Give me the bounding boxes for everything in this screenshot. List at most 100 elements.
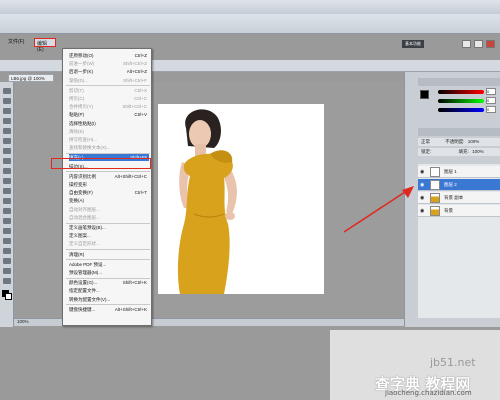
edit-menu-item-label: 颜色设置(G)... <box>69 280 98 286</box>
fill-value[interactable]: 100% <box>472 149 484 154</box>
edit-menu-item-shortcut: Ctrl+C <box>134 96 147 101</box>
edit-menu-item[interactable]: Adobe PDF 预设... <box>69 261 149 268</box>
lasso-tool-icon[interactable] <box>3 108 11 114</box>
layers-panel-header <box>418 128 500 136</box>
opacity-label: 不透明度: <box>445 139 465 144</box>
document-canvas[interactable] <box>158 104 324 294</box>
layer-row[interactable]: ◉ 图层 1 <box>418 166 500 178</box>
history-brush-tool-icon[interactable] <box>3 178 11 184</box>
edit-menu-item: 清除(E) <box>69 128 149 135</box>
blue-slider[interactable] <box>438 108 484 112</box>
healing-brush-tool-icon[interactable] <box>3 148 11 154</box>
brush-tool-icon[interactable] <box>3 158 11 164</box>
crop-tool-icon[interactable] <box>3 128 11 134</box>
layer-row[interactable]: ◉ 背景 <box>418 205 500 217</box>
layer-name: 背景 <box>444 208 453 213</box>
blend-mode-select[interactable]: 正常 <box>421 139 430 144</box>
edit-menu-item-label: 预设管理器(M)... <box>69 270 102 275</box>
edit-menu-item[interactable]: 后退一步(K) Alt+Ctrl+Z <box>69 68 149 75</box>
layer-thumbnail <box>430 206 440 216</box>
edit-menu-item[interactable]: 选择性粘贴(I) <box>69 120 149 127</box>
edit-menu-item[interactable]: 颜色设置(G)... Shift+Ctrl+K <box>69 279 149 286</box>
edit-menu-item[interactable]: 定义画笔预设(B)... <box>69 224 149 231</box>
zoom-level: 100% <box>17 319 29 324</box>
close-button[interactable] <box>486 40 495 48</box>
maximize-button[interactable] <box>474 40 483 48</box>
edit-menu-item-label: Adobe PDF 预设... <box>69 261 107 267</box>
edit-menu-item-label: 粘贴(P) <box>69 112 84 118</box>
edit-menu-item-shortcut: Ctrl+V <box>134 112 147 118</box>
edit-menu-item-shortcut: Shift+Ctrl+C <box>122 104 147 110</box>
path-select-tool-icon[interactable] <box>3 248 11 254</box>
blue-value-field[interactable]: 0 <box>486 106 496 113</box>
layer-name: 图层 1 <box>444 169 457 174</box>
green-value-field[interactable]: 0 <box>486 97 496 104</box>
color-panel-foreground-swatch[interactable] <box>420 90 429 99</box>
blur-tool-icon[interactable] <box>3 208 11 214</box>
watermark-url: jiaocheng.chazidian.com <box>385 389 472 397</box>
layer-row[interactable]: ◉ 图层 2 <box>418 179 500 191</box>
edit-menu-item-label: 拷贝(C) <box>69 96 85 101</box>
marquee-tool-icon[interactable] <box>3 98 11 104</box>
edit-menu-item-label: 清理(R) <box>69 251 85 257</box>
edit-menu-item[interactable]: 变换(A) <box>69 197 149 204</box>
edit-menu-item[interactable]: 键盘快捷键... Alt+Shift+Ctrl+K <box>69 306 149 313</box>
edit-menu-item-shortcut: Shift+Ctrl+K <box>122 280 147 286</box>
edit-menu-item[interactable]: 内容识别比例 Alt+Shift+Ctrl+C <box>69 173 149 180</box>
document-tab[interactable]: LB6.jpg @ 100% <box>8 74 54 82</box>
edit-menu-item[interactable]: 还原移动(O) Ctrl+Z <box>69 52 149 59</box>
move-tool-icon[interactable] <box>3 88 11 94</box>
edit-menu-item-label: 指定配置文件... <box>69 288 100 294</box>
eye-icon[interactable]: ◉ <box>420 182 426 188</box>
eraser-tool-icon[interactable] <box>3 188 11 194</box>
edit-menu-item-label: 定义画笔预设(B)... <box>69 225 106 230</box>
opacity-value[interactable]: 100% <box>468 139 480 144</box>
red-value-field[interactable]: 0 <box>486 88 496 95</box>
edit-menu-item-label: 内容识别比例 <box>69 173 96 179</box>
edit-menu-item[interactable]: 粘贴(P) Ctrl+V <box>69 111 149 118</box>
edit-menu-item-label: 前进一步(W) <box>69 61 95 67</box>
edit-menu-item-shortcut: Shift+Ctrl+Z <box>122 61 147 67</box>
green-slider[interactable] <box>438 99 484 103</box>
edit-menu-item-label: 自动混合图层... <box>69 214 100 220</box>
edit-menu-item[interactable]: 清理(R) <box>69 251 149 258</box>
edit-menu-item-shortcut: Shift+Ctrl+F <box>122 77 147 83</box>
quick-select-tool-icon[interactable] <box>3 118 11 124</box>
dodge-tool-icon[interactable] <box>3 218 11 224</box>
edit-menu-item[interactable]: 转换为配置文件(V)... <box>69 296 149 303</box>
edit-menu-item-label: 拼写检查(H)... <box>69 137 97 142</box>
eye-icon[interactable]: ◉ <box>420 195 426 201</box>
edit-menu-item[interactable]: 指定配置文件... <box>69 287 149 294</box>
gradient-tool-icon[interactable] <box>3 198 11 204</box>
workspace-basic-button[interactable]: 基本功能 <box>402 40 424 48</box>
edit-menu-item: 拷贝(C) Ctrl+C <box>69 95 149 102</box>
background-color-swatch[interactable] <box>5 293 12 300</box>
shape-tool-icon[interactable] <box>3 258 11 264</box>
edit-menu-item: 前进一步(W) Shift+Ctrl+Z <box>69 60 149 67</box>
minimize-button[interactable] <box>462 40 471 48</box>
menu-edit[interactable]: 编辑(E) <box>34 38 56 53</box>
edit-menu-item-label: 定义图案... <box>69 233 91 239</box>
zoom-tool-icon[interactable] <box>3 278 11 284</box>
edit-menu-item-shortcut: Alt+Ctrl+Z <box>126 69 147 75</box>
edit-menu-item[interactable]: 自由变换(F) Ctrl+T <box>69 189 149 196</box>
edit-menu-item: 定义自定形状... <box>69 240 149 247</box>
menu-bar <box>0 14 500 34</box>
eyedropper-tool-icon[interactable] <box>3 138 11 144</box>
red-slider[interactable] <box>438 90 484 94</box>
clone-stamp-tool-icon[interactable] <box>3 168 11 174</box>
pen-tool-icon[interactable] <box>3 228 11 234</box>
hand-tool-icon[interactable] <box>3 268 11 274</box>
edit-menu-item[interactable]: 定义图案... <box>69 232 149 239</box>
eye-icon[interactable]: ◉ <box>420 208 426 214</box>
edit-menu-item-label: 合并拷贝(Y) <box>69 104 93 110</box>
layer-row[interactable]: ◉ 背景 副本 <box>418 192 500 204</box>
edit-menu-item: 渐隐(D)... Shift+Ctrl+F <box>69 77 149 84</box>
edit-menu-item[interactable]: 预设管理器(M)... <box>69 269 149 276</box>
menu-file[interactable]: 文件(F) <box>8 38 24 45</box>
eye-icon[interactable]: ◉ <box>420 169 426 175</box>
lock-label: 锁定: <box>421 149 432 154</box>
edit-menu-item[interactable]: 操控变形 <box>69 181 149 188</box>
watermark-site: jb51.net <box>430 356 476 369</box>
type-tool-icon[interactable] <box>3 238 11 244</box>
